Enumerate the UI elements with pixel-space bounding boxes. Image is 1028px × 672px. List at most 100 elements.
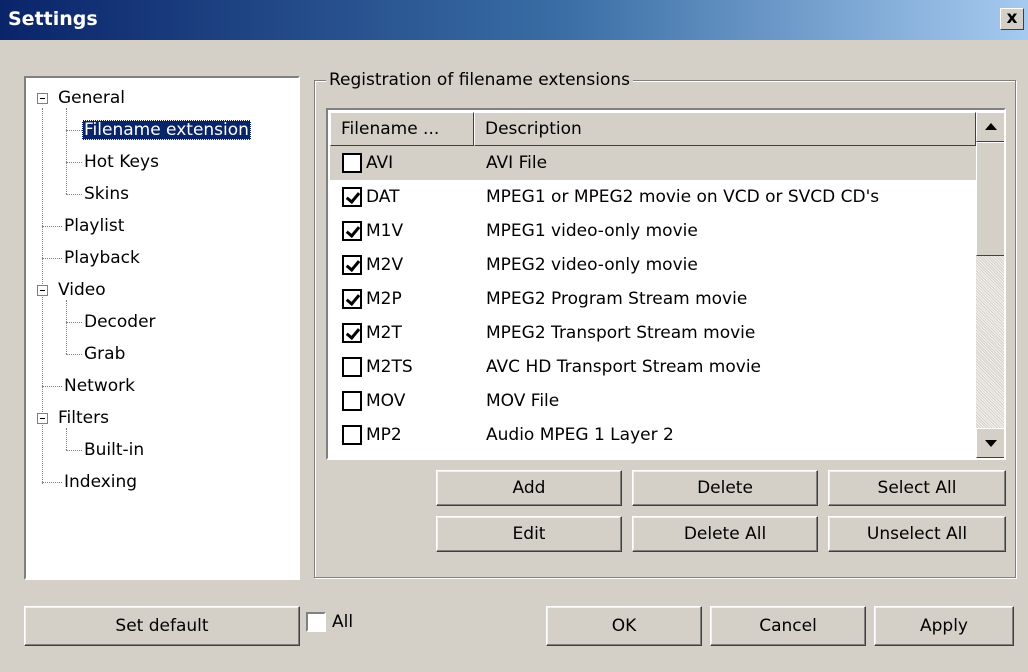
delete-all-button[interactable]: Delete All — [632, 516, 818, 552]
tree-item-filename-extension[interactable]: Filename extension — [82, 117, 251, 143]
window-title: Settings — [8, 8, 98, 30]
row-extension: M2P — [366, 289, 402, 309]
tree-line — [42, 482, 62, 483]
tree-item-network[interactable]: Network — [62, 373, 137, 399]
row-checkbox[interactable] — [342, 255, 362, 275]
tree-line — [66, 322, 82, 323]
delete-button[interactable]: Delete — [632, 470, 818, 506]
tree-item-label: Decoder — [84, 312, 156, 332]
tree-item-playlist[interactable]: Playlist — [62, 213, 126, 239]
row-checkbox[interactable] — [342, 187, 362, 207]
all-checkbox-label: All — [332, 612, 354, 632]
group-title: Registration of filename extensions — [326, 69, 633, 91]
tree-item-hot-keys[interactable]: Hot Keys — [82, 149, 161, 175]
tree-item-video[interactable]: Video — [56, 277, 108, 303]
tree-item-label: Skins — [84, 184, 129, 204]
list-row[interactable]: M1V MPEG1 video-only movie — [330, 214, 976, 248]
tree-item-label: General — [58, 88, 125, 108]
tree-line — [42, 108, 43, 484]
tree-item-grab[interactable]: Grab — [82, 341, 127, 367]
list-row[interactable]: M2V MPEG2 video-only movie — [330, 248, 976, 282]
extensions-list[interactable]: Filename ... Description AVI AVI File DAT… — [326, 108, 1006, 460]
tree-line — [42, 258, 62, 259]
tree-item-indexing[interactable]: Indexing — [62, 469, 139, 495]
row-description: MOV File — [486, 391, 560, 411]
row-extension: M2T — [366, 323, 402, 343]
row-description: MPEG2 Transport Stream movie — [486, 323, 756, 343]
row-checkbox[interactable] — [342, 357, 362, 377]
tree-item-label: Playlist — [64, 216, 125, 236]
tree-item-general[interactable]: General — [56, 85, 127, 111]
ok-button[interactable]: OK — [546, 606, 702, 646]
list-row[interactable]: M2T MPEG2 Transport Stream movie — [330, 316, 976, 350]
all-checkbox[interactable] — [306, 612, 326, 632]
row-extension: M1V — [366, 221, 404, 241]
list-row[interactable]: M2P MPEG2 Program Stream movie — [330, 282, 976, 316]
tree-item-skins[interactable]: Skins — [82, 181, 131, 207]
select-all-button[interactable]: Select All — [828, 470, 1006, 506]
row-description: MPEG1 video-only movie — [486, 221, 698, 241]
set-default-button[interactable]: Set default — [24, 606, 300, 646]
edit-button[interactable]: Edit — [436, 516, 622, 552]
scroll-up-button[interactable] — [976, 112, 1004, 142]
tree-line — [42, 386, 62, 387]
column-header-filename[interactable]: Filename ... — [330, 112, 474, 146]
row-extension: AVI — [366, 153, 394, 173]
cancel-button[interactable]: Cancel — [710, 606, 866, 646]
tree-line — [66, 450, 82, 451]
tree-item-built-in[interactable]: Built-in — [82, 437, 146, 463]
list-rows: AVI AVI File DAT MPEG1 or MPEG2 movie on V… — [330, 146, 976, 452]
tree-item-filters[interactable]: Filters — [56, 405, 111, 431]
row-description: Audio MPEG 1 Layer 2 — [486, 425, 674, 445]
tree-item-playback[interactable]: Playback — [62, 245, 142, 271]
close-button[interactable]: x — [1000, 8, 1024, 30]
tree-item-label: Filters — [58, 408, 109, 428]
list-row[interactable]: AVI AVI File — [330, 146, 976, 180]
list-row[interactable]: M2TS AVC HD Transport Stream movie — [330, 350, 976, 384]
tree-line — [66, 300, 67, 354]
row-checkbox[interactable] — [342, 153, 362, 173]
arrow-down-icon — [985, 440, 997, 447]
collapse-icon[interactable] — [37, 413, 48, 424]
row-checkbox[interactable] — [342, 425, 362, 445]
apply-button[interactable]: Apply — [874, 606, 1014, 646]
tree-item-label: Hot Keys — [84, 152, 159, 172]
row-extension: DAT — [366, 187, 400, 207]
row-description: AVC HD Transport Stream movie — [486, 357, 762, 377]
collapse-icon[interactable] — [37, 285, 48, 296]
tree-line — [66, 354, 82, 355]
row-description: MPEG2 video-only movie — [486, 255, 698, 275]
unselect-all-button[interactable]: Unselect All — [828, 516, 1006, 552]
tree-item-label: Indexing — [64, 472, 138, 492]
tree-item-label: Video — [58, 280, 106, 300]
row-checkbox[interactable] — [342, 323, 362, 343]
list-header: Filename ... Description — [330, 112, 976, 146]
row-extension: MOV — [366, 391, 406, 411]
row-description: MPEG2 Program Stream movie — [486, 289, 748, 309]
collapse-icon[interactable] — [37, 93, 48, 104]
list-row[interactable]: MOV MOV File — [330, 384, 976, 418]
scroll-down-button[interactable] — [976, 428, 1004, 458]
column-header-description[interactable]: Description — [474, 112, 976, 146]
tree-line — [66, 108, 67, 194]
add-button[interactable]: Add — [436, 470, 622, 506]
settings-tree[interactable]: General Filename extension Hot Keys Skin… — [24, 76, 300, 580]
row-description: AVI File — [486, 153, 548, 173]
tree-item-label: Built-in — [84, 440, 145, 460]
tree-item-decoder[interactable]: Decoder — [82, 309, 158, 335]
tree-item-label: Playback — [64, 248, 140, 268]
row-extension: M2V — [366, 255, 404, 275]
list-row[interactable]: MP2 Audio MPEG 1 Layer 2 — [330, 418, 976, 452]
tree-item-label: Grab — [84, 344, 126, 364]
row-checkbox[interactable] — [342, 221, 362, 241]
row-checkbox[interactable] — [342, 289, 362, 309]
tree-line — [66, 130, 82, 131]
tree-item-label: Filename extension — [82, 120, 251, 140]
list-row[interactable]: DAT MPEG1 or MPEG2 movie on VCD or SVCD C… — [330, 180, 976, 214]
row-extension: M2TS — [366, 357, 413, 377]
row-extension: MP2 — [366, 425, 402, 445]
tree-line — [66, 162, 82, 163]
row-checkbox[interactable] — [342, 391, 362, 411]
vertical-scrollbar[interactable] — [976, 112, 1004, 458]
scroll-thumb[interactable] — [976, 142, 1004, 256]
